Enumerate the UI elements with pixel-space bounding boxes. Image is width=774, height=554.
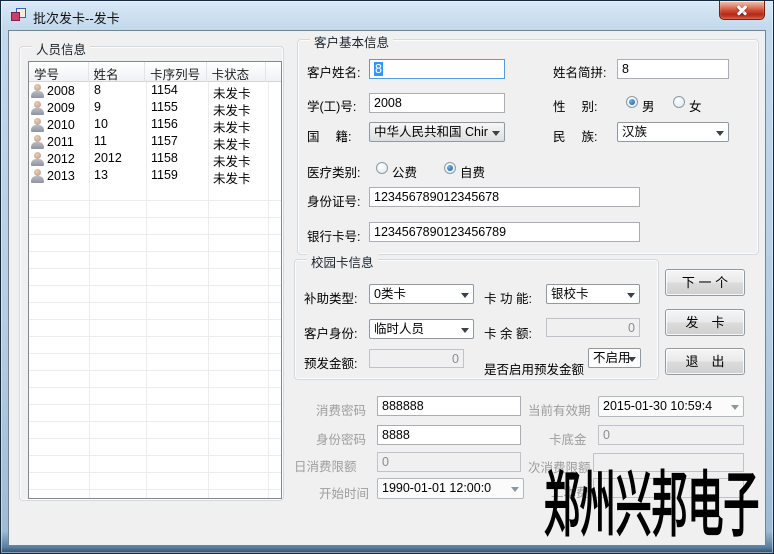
student-id-label: 学(工)号: bbox=[307, 96, 356, 115]
chevron-down-icon bbox=[627, 293, 635, 298]
app-form-icon bbox=[11, 8, 27, 23]
card-function-label: 卡 功 能: bbox=[484, 288, 532, 307]
preissue-amount-input: 0 bbox=[369, 349, 464, 368]
dialog-client-area: 人员信息 学号 姓名 卡序列号 卡状态 2008 8 1154 未发卡 bbox=[8, 30, 766, 546]
chevron-down-icon bbox=[511, 487, 519, 492]
personnel-group-title: 人员信息 bbox=[32, 39, 90, 58]
card-deposit-input: 0 bbox=[598, 425, 744, 445]
bank-card-input[interactable]: 1234567890123456789 bbox=[369, 222, 640, 242]
subsidy-type-dropdown[interactable]: 0类卡 bbox=[369, 284, 474, 304]
ethnic-dropdown[interactable]: 汉族 bbox=[617, 122, 729, 142]
table-row[interactable]: 2012 2012 1158 未发卡 bbox=[29, 150, 281, 167]
grid-horizontal-lines bbox=[29, 184, 281, 499]
subsidy-type-label: 补助类型: bbox=[304, 288, 357, 307]
gender-male-radio[interactable] bbox=[626, 96, 638, 108]
enable-preissue-dropdown[interactable]: 不启用 bbox=[588, 348, 641, 368]
table-row[interactable]: 2013 13 1159 未发卡 bbox=[29, 167, 281, 184]
gender-male-label: 男 bbox=[642, 96, 655, 115]
chevron-down-icon bbox=[492, 131, 500, 136]
customer-name-input[interactable]: 8 bbox=[369, 59, 505, 79]
identity-password-label: 身份密码 bbox=[316, 429, 366, 448]
col-header-student-id[interactable]: 学号 bbox=[29, 62, 89, 82]
start-time-picker[interactable]: 1990-01-01 12:00:0 bbox=[377, 478, 524, 499]
nationality-label: 国 籍: bbox=[307, 126, 351, 145]
person-icon bbox=[31, 169, 44, 183]
preissue-amount-label: 预发金额: bbox=[304, 353, 357, 372]
consume-password-label: 消费密码 bbox=[316, 400, 366, 419]
customer-identity-dropdown[interactable]: 临时人员 bbox=[369, 319, 474, 339]
table-row[interactable]: 2008 8 1154 未发卡 bbox=[29, 82, 281, 99]
vendor-watermark: 郑州兴邦电子 bbox=[544, 449, 759, 551]
person-icon bbox=[31, 84, 44, 98]
gender-female-label: 女 bbox=[689, 96, 702, 115]
chevron-down-icon bbox=[628, 357, 636, 362]
identity-password-input[interactable]: 8888 bbox=[377, 425, 521, 445]
customer-group-title: 客户基本信息 bbox=[310, 32, 393, 51]
campus-group-title: 校园卡信息 bbox=[307, 252, 378, 271]
person-icon bbox=[31, 101, 44, 115]
person-icon bbox=[31, 118, 44, 132]
pinyin-label: 姓名简拼: bbox=[553, 62, 606, 81]
bank-card-label: 银行卡号: bbox=[307, 226, 360, 245]
customer-identity-label: 客户身份: bbox=[304, 323, 357, 342]
medical-public-label: 公费 bbox=[392, 162, 417, 181]
gender-female-radio[interactable] bbox=[673, 96, 685, 108]
dialog-window: 批次发卡--发卡 人员信息 学号 姓名 卡序列号 卡状态 2008 8 1154 bbox=[0, 0, 774, 554]
medical-self-radio[interactable] bbox=[444, 162, 456, 174]
nationality-dropdown[interactable]: 中华人民共和国 Chir bbox=[369, 122, 505, 142]
consume-password-input[interactable]: 888888 bbox=[377, 396, 521, 416]
card-deposit-label: 卡底金 bbox=[549, 429, 587, 448]
medical-self-label: 自费 bbox=[460, 162, 485, 181]
table-row[interactable]: 2009 9 1155 未发卡 bbox=[29, 99, 281, 116]
start-time-label: 开始时间 bbox=[319, 483, 369, 502]
chevron-down-icon bbox=[731, 405, 739, 410]
customer-name-label: 客户姓名: bbox=[307, 62, 360, 81]
id-card-label: 身份证号: bbox=[307, 191, 360, 210]
valid-period-picker[interactable]: 2015-01-30 10:59:4 bbox=[598, 396, 744, 417]
person-icon bbox=[31, 152, 44, 166]
card-balance-input: 0 bbox=[546, 318, 640, 337]
card-balance-label: 卡 余 额: bbox=[484, 323, 532, 342]
table-body: 2008 8 1154 未发卡 2009 9 1155 未发卡 2010 10 … bbox=[29, 82, 281, 499]
table-row[interactable]: 2010 10 1156 未发卡 bbox=[29, 116, 281, 133]
card-function-dropdown[interactable]: 银校卡 bbox=[546, 284, 640, 304]
student-id-input[interactable]: 2008 bbox=[369, 93, 505, 113]
chevron-down-icon bbox=[716, 131, 724, 136]
pinyin-input[interactable]: 8 bbox=[617, 59, 729, 79]
col-header-status[interactable]: 卡状态 bbox=[207, 62, 267, 82]
daily-limit-label: 日消费限额 bbox=[294, 456, 357, 475]
gender-label: 性 别: bbox=[553, 96, 597, 115]
chevron-down-icon bbox=[461, 328, 469, 333]
enable-preissue-label: 是否启用预发金额 bbox=[484, 359, 584, 378]
medical-public-radio[interactable] bbox=[376, 162, 388, 174]
table-row[interactable]: 2011 11 1157 未发卡 bbox=[29, 133, 281, 150]
next-button[interactable]: 下 一 个 bbox=[665, 269, 745, 296]
col-header-name[interactable]: 姓名 bbox=[89, 62, 146, 82]
exit-button[interactable]: 退 出 bbox=[665, 348, 745, 375]
daily-limit-input: 0 bbox=[377, 452, 521, 472]
ethnic-label: 民 族: bbox=[553, 126, 597, 145]
valid-period-label: 当前有效期 bbox=[528, 400, 591, 419]
id-card-input[interactable]: 123456789012345678 bbox=[369, 187, 640, 207]
person-icon bbox=[31, 135, 44, 149]
medical-type-label: 医疗类别: bbox=[307, 162, 360, 181]
personnel-table[interactable]: 学号 姓名 卡序列号 卡状态 2008 8 1154 未发卡 2009 9 bbox=[28, 61, 282, 499]
col-header-serial[interactable]: 卡序列号 bbox=[145, 62, 207, 82]
close-icon bbox=[737, 5, 747, 15]
table-header[interactable]: 学号 姓名 卡序列号 卡状态 bbox=[29, 62, 281, 82]
issue-card-button[interactable]: 发 卡 bbox=[665, 309, 745, 336]
title-bar: 批次发卡--发卡 bbox=[1, 1, 773, 30]
close-button[interactable] bbox=[719, 1, 765, 20]
chevron-down-icon bbox=[461, 293, 469, 298]
window-title: 批次发卡--发卡 bbox=[33, 8, 120, 27]
